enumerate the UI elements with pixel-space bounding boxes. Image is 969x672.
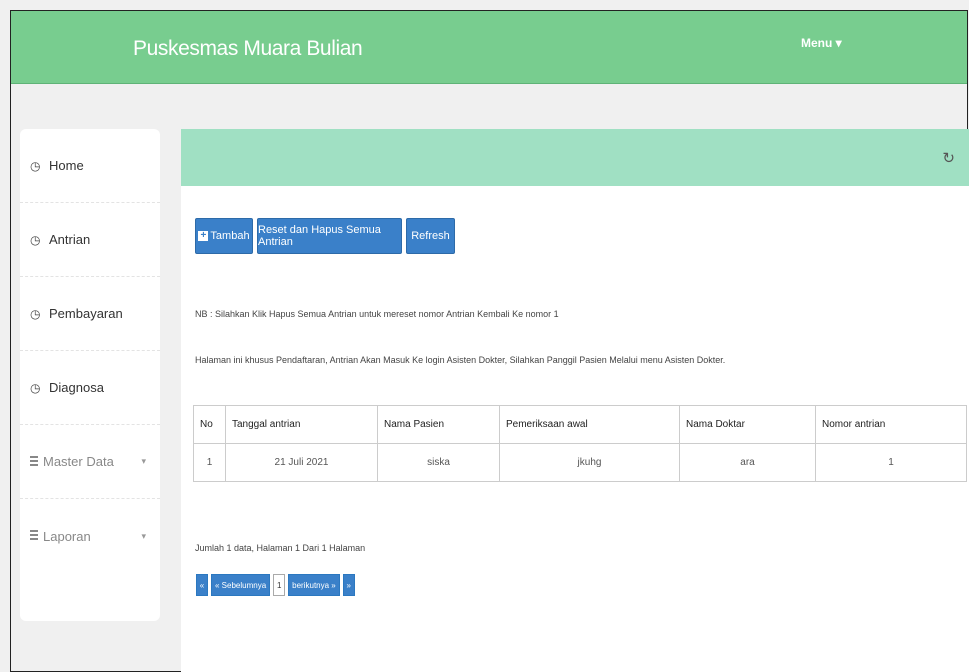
info-note: Halaman ini khusus Pendaftaran, Antrian … [195,355,726,365]
table-cell: 1 [193,443,226,482]
sidebar-item-pembayaran[interactable]: ◷ Pembayaran [20,277,160,351]
clock-icon: ◷ [30,306,41,321]
panel-header: ↻ [181,129,969,186]
sidebar-item-diagnosa[interactable]: ◷ Diagnosa [20,351,160,425]
sidebar-item-label: Antrian [49,232,91,247]
sidebar: ◷ Home ◷ Antrian ◷ Pembayaran ◷ Diagnosa… [20,129,160,621]
sidebar-item-home[interactable]: ◷ Home [20,129,160,203]
queue-table: No Tanggal antrian Nama Pasien Pemeriksa… [193,405,967,482]
first-page-button[interactable]: « [196,574,208,596]
sidebar-item-antrian[interactable]: ◷ Antrian [20,203,160,277]
reset-delete-queue-button[interactable]: Reset dan Hapus Semua Antrian [257,218,402,254]
column-header: Pemeriksaan awal [499,405,680,444]
sidebar-item-label: Master Data [43,454,114,469]
sidebar-item-label: Diagnosa [49,380,104,395]
app-frame: Puskesmas Muara Bulian Menu ▾ ◷ Home ◷ A… [10,10,969,672]
pagination: « « Sebelumnya 1 berikutnya » » [196,574,358,596]
sidebar-item-master-data[interactable]: Master Data ▾ [20,425,160,499]
table-cell: siska [377,443,500,482]
next-page-button[interactable]: berikutnya » [288,574,340,596]
column-header: Nomor antrian [815,405,967,444]
sidebar-item-label: Laporan [43,528,91,544]
plus-icon: + [198,231,209,241]
chevron-down-icon: ▾ [141,530,146,541]
top-navbar: Puskesmas Muara Bulian Menu ▾ [11,11,967,84]
column-header: No [193,405,226,444]
page-summary: Jumlah 1 data, Halaman 1 Dari 1 Halaman [195,543,366,553]
sidebar-item-laporan[interactable]: Laporan ▾ [20,499,160,573]
list-icon [30,530,38,542]
menu-dropdown[interactable]: Menu ▾ [801,36,842,50]
last-page-button[interactable]: » [342,574,355,596]
add-button[interactable]: + Tambah [195,218,253,254]
main-panel: ↻ + Tambah Reset dan Hapus Semua Antrian… [181,129,969,672]
table-cell: ara [679,443,816,482]
refresh-icon[interactable]: ↻ [942,149,955,167]
clock-icon: ◷ [30,380,41,395]
sidebar-item-label: Pembayaran [49,306,123,321]
refresh-button[interactable]: Refresh [406,218,455,254]
table-cell: 21 Juli 2021 [225,443,378,482]
column-header: Tanggal antrian [225,405,378,444]
nb-note: NB : Silahkan Klik Hapus Semua Antrian u… [195,309,559,319]
table-header-row: No Tanggal antrian Nama Pasien Pemeriksa… [193,405,967,444]
list-icon [30,455,38,468]
sidebar-item-label: Home [49,158,84,173]
add-button-label: Tambah [210,230,250,242]
clock-icon: ◷ [30,158,41,173]
column-header: Nama Doktar [679,405,816,444]
chevron-down-icon: ▾ [141,456,146,466]
previous-page-button[interactable]: « Sebelumnya [211,574,271,596]
clock-icon: ◷ [30,232,41,247]
table-row: 1 21 Juli 2021 siska jkuhg ara 1 [193,443,967,482]
brand-title[interactable]: Puskesmas Muara Bulian [133,37,363,61]
column-header: Nama Pasien [377,405,500,444]
table-cell: jkuhg [499,443,680,482]
current-page[interactable]: 1 [273,574,286,596]
table-cell: 1 [815,443,967,482]
